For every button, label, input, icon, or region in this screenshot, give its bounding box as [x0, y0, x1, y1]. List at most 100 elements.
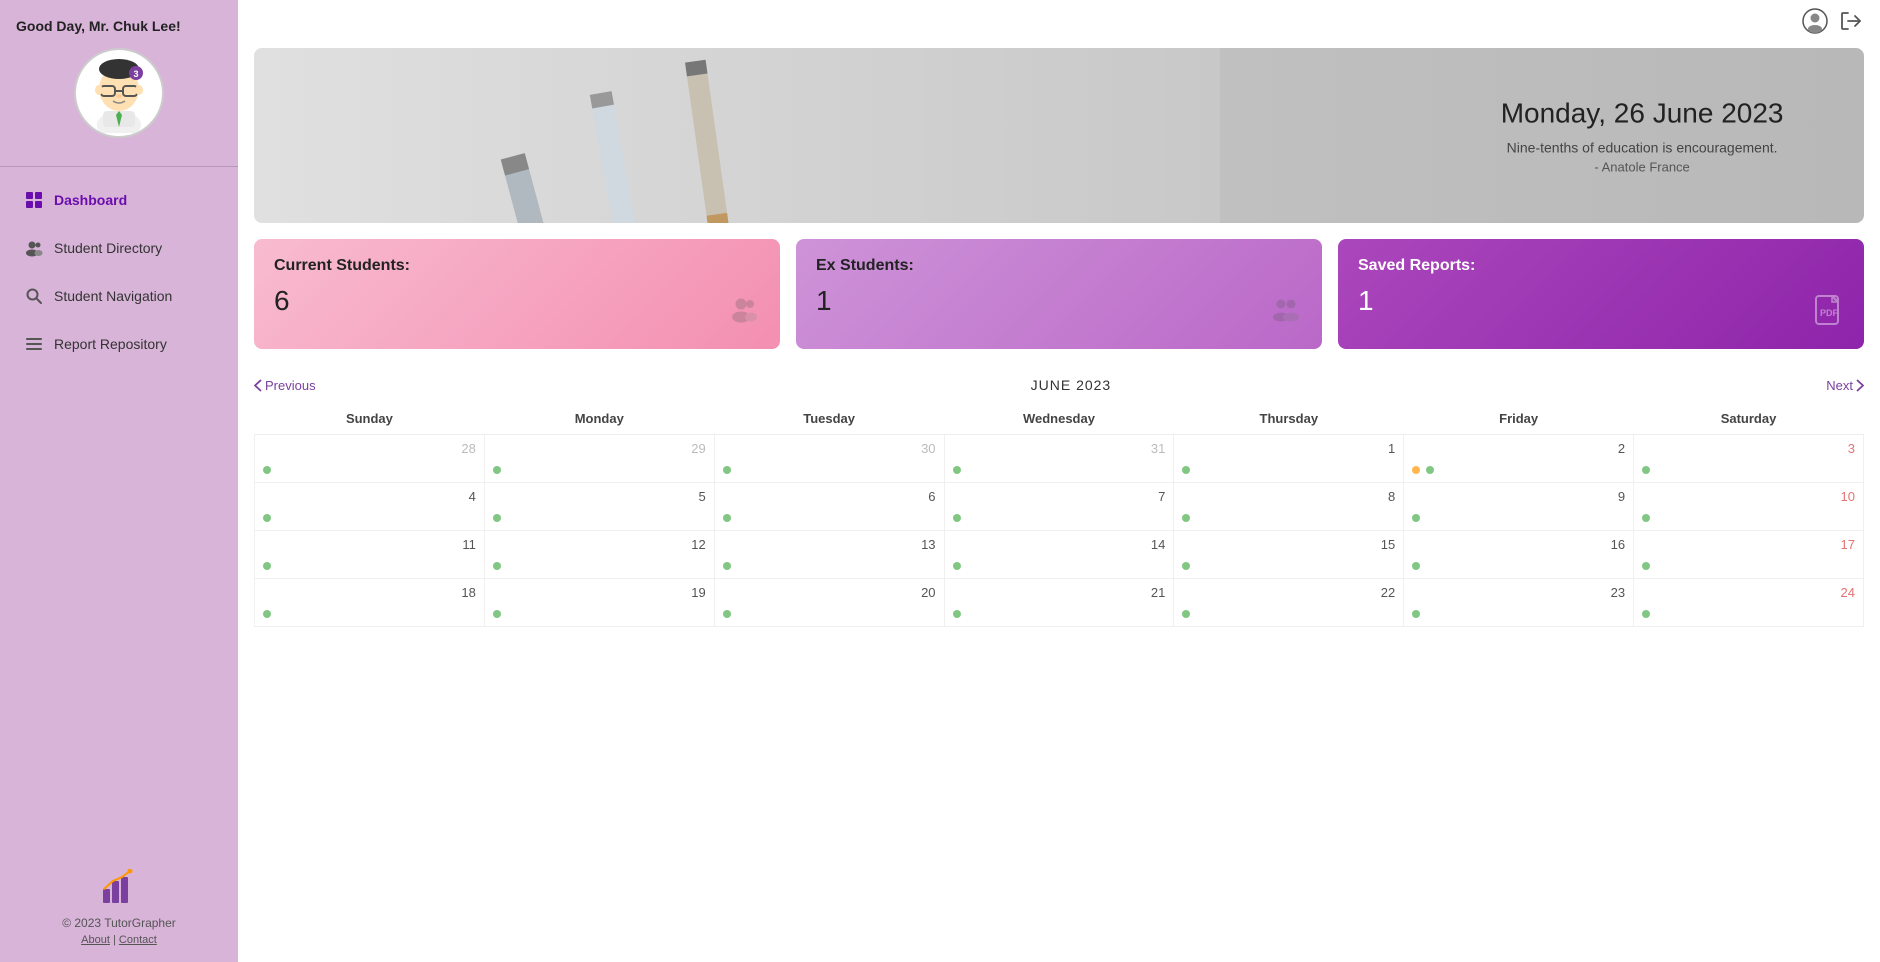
orange-dot	[1412, 466, 1420, 474]
calendar-day-number: 4	[263, 489, 476, 504]
calendar-day-cell[interactable]: 31	[944, 435, 1174, 483]
calendar-day-number: 21	[953, 585, 1166, 600]
green-dot	[493, 466, 501, 474]
grid-icon	[24, 190, 44, 210]
profile-icon[interactable]	[1802, 8, 1828, 40]
green-dot	[493, 610, 501, 618]
calendar-day-number: 9	[1412, 489, 1625, 504]
sidebar-item-student-directory[interactable]: Student Directory	[8, 225, 230, 271]
green-dot	[263, 610, 271, 618]
calendar-day-cell[interactable]: 10	[1634, 483, 1864, 531]
svg-text:PDF: PDF	[1820, 308, 1839, 318]
calendar-day-cell[interactable]: 3	[1634, 435, 1864, 483]
calendar-dots	[1640, 560, 1652, 572]
green-dot	[263, 466, 271, 474]
calendar-day-number: 1	[1182, 441, 1395, 456]
col-wednesday: Wednesday	[944, 403, 1174, 435]
calendar-day-cell[interactable]: 13	[714, 531, 944, 579]
sidebar-item-student-navigation[interactable]: Student Navigation	[8, 273, 230, 319]
sidebar-header: Good Day, Mr. Chuk Lee!	[0, 0, 238, 166]
calendar-day-cell[interactable]: 8	[1174, 483, 1404, 531]
green-dot	[723, 466, 731, 474]
saved-reports-card: Saved Reports: 1 PDF	[1338, 239, 1864, 349]
current-students-value: 6	[274, 285, 760, 317]
calendar-day-cell[interactable]: 21	[944, 579, 1174, 627]
calendar-section: Previous JUNE 2023 Next Sunday Monday Tu…	[254, 365, 1864, 627]
calendar-dots	[1410, 560, 1422, 572]
calendar-day-cell[interactable]: 23	[1404, 579, 1634, 627]
calendar-day-number: 5	[493, 489, 706, 504]
logout-icon[interactable]	[1838, 8, 1864, 40]
calendar-dots	[261, 560, 273, 572]
calendar-day-number: 18	[263, 585, 476, 600]
calendar-day-cell[interactable]: 1	[1174, 435, 1404, 483]
green-dot	[953, 514, 961, 522]
calendar-day-cell[interactable]: 17	[1634, 531, 1864, 579]
calendar-day-cell[interactable]: 4	[255, 483, 485, 531]
saved-reports-label: Saved Reports:	[1358, 257, 1844, 275]
calendar-day-number: 29	[493, 441, 706, 456]
green-dot	[723, 514, 731, 522]
current-students-card: Current Students: 6	[254, 239, 780, 349]
calendar-day-number: 8	[1182, 489, 1395, 504]
calendar-day-number: 10	[1642, 489, 1855, 504]
calendar-day-cell[interactable]: 14	[944, 531, 1174, 579]
calendar-day-cell[interactable]: 30	[714, 435, 944, 483]
calendar-week-row: 18 19 20 21 22 23 24	[255, 579, 1864, 627]
calendar-dots	[1410, 464, 1436, 476]
sidebar: Good Day, Mr. Chuk Lee!	[0, 0, 238, 962]
current-students-label: Current Students:	[274, 257, 760, 275]
calendar-dots	[261, 608, 273, 620]
calendar-day-cell[interactable]: 5	[484, 483, 714, 531]
svg-text:3: 3	[133, 69, 138, 79]
avatar: 3	[74, 48, 164, 138]
about-link[interactable]: About	[81, 934, 110, 946]
sidebar-item-report-repository-label: Report Repository	[54, 336, 167, 352]
sidebar-item-report-repository[interactable]: Report Repository	[8, 321, 230, 367]
calendar-dots	[951, 512, 963, 524]
stats-row: Current Students: 6 Ex Students: 1	[254, 239, 1864, 349]
greeting-text: Good Day, Mr. Chuk Lee!	[16, 18, 222, 34]
calendar-day-cell[interactable]: 16	[1404, 531, 1634, 579]
list-icon	[24, 334, 44, 354]
calendar-day-cell[interactable]: 11	[255, 531, 485, 579]
calendar-day-number: 11	[263, 537, 476, 552]
calendar-week-row: 11 121314 15 16 17	[255, 531, 1864, 579]
calendar-day-number: 22	[1182, 585, 1395, 600]
avatar-image: 3	[79, 53, 159, 133]
calendar-day-cell[interactable]: 20	[714, 579, 944, 627]
calendar-prev-button[interactable]: Previous	[254, 378, 316, 393]
calendar-day-cell[interactable]: 9	[1404, 483, 1634, 531]
green-dot	[1642, 466, 1650, 474]
calendar-day-cell[interactable]: 19	[484, 579, 714, 627]
calendar-day-cell[interactable]: 7	[944, 483, 1174, 531]
green-dot	[1182, 466, 1190, 474]
sidebar-item-dashboard[interactable]: Dashboard	[8, 177, 230, 223]
sidebar-item-student-navigation-label: Student Navigation	[54, 288, 172, 304]
calendar-day-number: 19	[493, 585, 706, 600]
calendar-day-number: 20	[723, 585, 936, 600]
calendar-day-cell[interactable]: 29	[484, 435, 714, 483]
col-friday: Friday	[1404, 403, 1634, 435]
calendar-dots	[951, 560, 963, 572]
calendar-day-cell[interactable]: 6	[714, 483, 944, 531]
calendar-day-cell[interactable]: 28	[255, 435, 485, 483]
hero-banner: Monday, 26 June 2023 Nine-tenths of educ…	[254, 48, 1864, 223]
col-saturday: Saturday	[1634, 403, 1864, 435]
calendar-day-cell[interactable]: 15	[1174, 531, 1404, 579]
calendar-day-number: 24	[1642, 585, 1855, 600]
calendar-day-number: 16	[1412, 537, 1625, 552]
calendar-day-cell[interactable]: 18	[255, 579, 485, 627]
contact-link[interactable]: Contact	[119, 934, 157, 946]
calendar-day-cell[interactable]: 22	[1174, 579, 1404, 627]
calendar-next-button[interactable]: Next	[1826, 378, 1864, 393]
calendar-day-cell[interactable]: 2	[1404, 435, 1634, 483]
green-dot	[1426, 466, 1434, 474]
ex-students-value: 1	[816, 285, 1302, 317]
calendar-dots	[1640, 512, 1652, 524]
calendar-day-cell[interactable]: 24	[1634, 579, 1864, 627]
calendar-dots	[721, 608, 733, 620]
calendar-day-number: 15	[1182, 537, 1395, 552]
calendar-dots	[1410, 608, 1422, 620]
calendar-day-cell[interactable]: 12	[484, 531, 714, 579]
